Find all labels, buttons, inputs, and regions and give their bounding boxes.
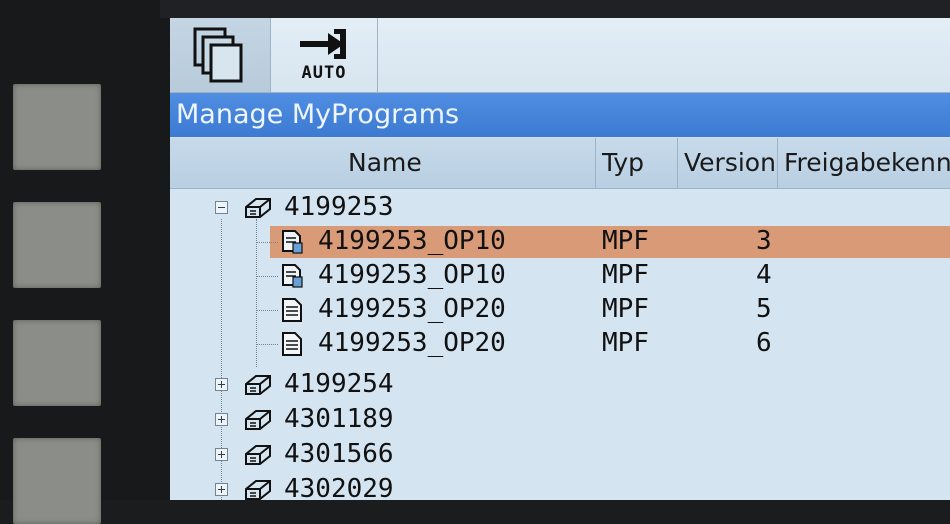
windows-icon xyxy=(193,27,243,83)
tree-row[interactable]: 4199253_OP20 MPF 6 xyxy=(170,326,950,360)
tree-row[interactable]: 4199253_OP10 MPF 4 xyxy=(170,258,950,292)
tree-row[interactable]: 4199253 xyxy=(170,190,950,224)
workpiece-name: 4302029 xyxy=(284,474,394,500)
program-copy-icon xyxy=(282,230,303,254)
auto-button[interactable]: AUTO xyxy=(271,18,378,92)
tree-row[interactable]: 4301566 xyxy=(170,437,950,471)
program-copy-icon xyxy=(282,264,303,288)
program-name: 4199253_OP10 xyxy=(318,226,506,256)
side-softkey-4[interactable] xyxy=(13,438,101,524)
expand-icon[interactable] xyxy=(215,378,228,391)
program-name: 4199253_OP20 xyxy=(318,294,506,324)
tree-row[interactable]: 4301189 xyxy=(170,402,950,436)
program-name: 4199253_OP10 xyxy=(318,260,506,290)
expand-icon[interactable] xyxy=(215,483,228,496)
table-header: Name Typ Version Freigabekennu xyxy=(170,138,950,189)
program-file-icon xyxy=(282,332,302,356)
program-tree: 4199253 4199253_OP10 MPF 3 4199253_OP10 … xyxy=(170,189,950,500)
tree-connector xyxy=(256,344,278,345)
auto-button-label: AUTO xyxy=(301,63,347,83)
windows-button[interactable] xyxy=(170,18,271,92)
program-file-icon xyxy=(282,298,302,322)
workpiece-icon xyxy=(245,410,271,430)
auto-mode-icon xyxy=(300,29,346,59)
program-version: 3 xyxy=(756,226,772,256)
bezel-top-edge xyxy=(160,0,950,18)
program-type: MPF xyxy=(602,294,649,324)
column-header-version[interactable]: Version xyxy=(677,138,777,188)
program-version: 4 xyxy=(756,260,772,290)
program-version: 6 xyxy=(756,328,772,358)
workpiece-name: 4301189 xyxy=(284,404,394,434)
expand-icon[interactable] xyxy=(215,448,228,461)
program-type: MPF xyxy=(602,260,649,290)
side-softkey-3[interactable] xyxy=(13,320,101,406)
collapse-icon[interactable] xyxy=(215,201,228,214)
tree-row[interactable]: 4199254 xyxy=(170,367,950,401)
column-header-type[interactable]: Typ xyxy=(595,138,677,188)
tree-connector xyxy=(256,276,278,277)
column-header-release[interactable]: Freigabekennu xyxy=(777,138,950,188)
hmi-screen: AUTO Manage MyPrograms Name Typ Version … xyxy=(170,18,950,500)
column-header-name[interactable]: Name xyxy=(170,138,595,188)
side-softkey-2[interactable] xyxy=(13,202,101,288)
tree-connector xyxy=(256,310,278,311)
workpiece-icon xyxy=(245,445,271,465)
tree-row[interactable]: 4199253_OP20 MPF 5 xyxy=(170,292,950,326)
expand-icon[interactable] xyxy=(215,413,228,426)
workpiece-name: 4301566 xyxy=(284,439,394,469)
tree-row[interactable]: 4302029 xyxy=(170,472,950,500)
workpiece-name: 4199254 xyxy=(284,369,394,399)
workpiece-icon xyxy=(245,198,271,218)
tree-row[interactable]: 4199253_OP10 MPF 3 xyxy=(170,224,950,258)
workpiece-icon xyxy=(245,480,271,500)
program-type: MPF xyxy=(602,226,649,256)
tree-connector xyxy=(256,242,278,243)
program-name: 4199253_OP20 xyxy=(318,328,506,358)
toolbar: AUTO xyxy=(170,18,950,93)
window-title: Manage MyPrograms xyxy=(170,93,950,137)
program-version: 5 xyxy=(756,294,772,324)
workpiece-icon xyxy=(245,375,271,395)
workpiece-name: 4199253 xyxy=(284,192,394,222)
program-type: MPF xyxy=(602,328,649,358)
side-softkey-1[interactable] xyxy=(13,84,101,170)
